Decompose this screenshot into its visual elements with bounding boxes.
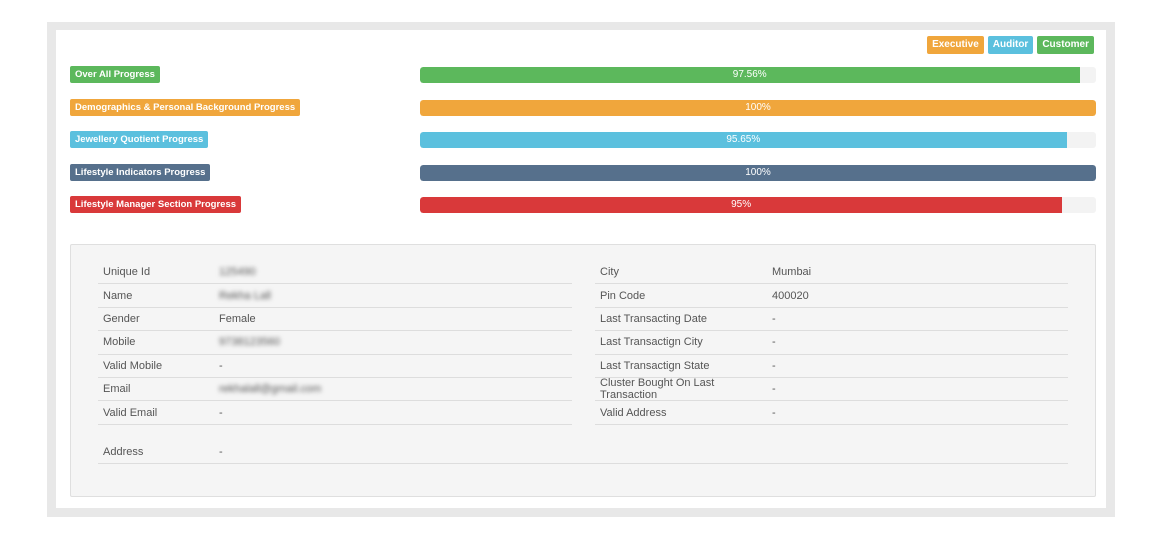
progress-track: 100% <box>420 99 1096 116</box>
detail-value: Female <box>219 312 256 325</box>
detail-row-valid-address: Valid Address - <box>595 401 1068 425</box>
progress-value: 100% <box>745 166 771 178</box>
role-badge-executive[interactable]: Executive <box>927 36 984 54</box>
detail-row-valid-mobile: Valid Mobile - <box>98 355 572 378</box>
progress-label: Lifestyle Manager Section Progress <box>70 196 242 213</box>
progress-fill: 95% <box>420 197 1063 213</box>
detail-row-email: Email rekhalall@gmail.com <box>98 378 572 402</box>
detail-key: Last Transactign City <box>600 336 703 349</box>
role-badge-auditor[interactable]: Auditor <box>987 36 1034 54</box>
detail-key: Valid Address <box>600 406 667 419</box>
progress-value: 95.65% <box>726 134 761 145</box>
role-badge-customer[interactable]: Customer <box>1037 36 1094 54</box>
detail-row-valid-email: Valid Email - <box>98 401 572 425</box>
progress-row-jewellery: Jewellery Quotient Progress 95.65% <box>70 131 1096 164</box>
role-badges: Executive Auditor Customer <box>927 36 1094 54</box>
detail-value: - <box>772 406 776 419</box>
detail-key: Mobile <box>103 336 136 349</box>
progress-row-lifestyle-manager: Lifestyle Manager Section Progress 95% <box>70 196 1096 229</box>
details-right-column: City Mumbai Pin Code 400020 Last Transac… <box>595 261 1068 425</box>
progress-label: Lifestyle Indicators Progress <box>70 163 211 181</box>
customer-details: Unique Id 125490 Name Rekha Lall Gender … <box>70 244 1096 497</box>
page-frame: Executive Auditor Customer Over All Prog… <box>47 22 1115 517</box>
progress-row-overall: Over All Progress 97.56% <box>70 66 1096 99</box>
detail-key: Name <box>103 289 133 302</box>
detail-value: - <box>219 359 223 372</box>
progress-value: 100% <box>745 101 771 113</box>
detail-key: Valid Mobile <box>103 359 163 372</box>
detail-row-address: Address - <box>98 441 1068 465</box>
progress-row-lifestyle-indicators: Lifestyle Indicators Progress 100% <box>70 163 1096 197</box>
detail-row-gender: Gender Female <box>98 308 572 332</box>
detail-key: Last Transactign State <box>600 359 710 372</box>
detail-value: 400020 <box>772 289 809 302</box>
detail-row-city: City Mumbai <box>595 261 1068 285</box>
detail-key: Pin Code <box>600 289 646 302</box>
detail-key: Email <box>103 383 131 396</box>
detail-value: rekhalall@gmail.com <box>219 383 322 396</box>
detail-value: - <box>219 446 223 459</box>
detail-row-last-transaction-city: Last Transactign City - <box>595 331 1068 355</box>
detail-value: - <box>772 312 776 325</box>
detail-key: Unique Id <box>103 266 151 279</box>
progress-value: 95% <box>731 199 752 210</box>
detail-key: Cluster Bought On Last Transaction <box>600 377 715 402</box>
progress-fill: 95.65% <box>420 132 1067 148</box>
detail-value: - <box>772 383 776 396</box>
detail-value: 125490 <box>219 266 256 279</box>
progress-track: 97.56% <box>420 67 1096 83</box>
detail-row-unique-id: Unique Id 125490 <box>98 261 572 285</box>
progress-fill: 97.56% <box>420 67 1080 83</box>
detail-row-name: Name Rekha Lall <box>98 284 572 308</box>
detail-key: Gender <box>103 312 140 325</box>
progress-row-demographics: Demographics & Personal Background Progr… <box>70 98 1096 132</box>
detail-value: 9738123560 <box>219 336 281 349</box>
detail-row-mobile: Mobile 9738123560 <box>98 331 572 355</box>
progress-track: 95.65% <box>420 132 1096 148</box>
progress-value: 97.56% <box>732 69 767 80</box>
detail-key: City <box>600 266 619 279</box>
detail-value: Mumbai <box>772 266 812 279</box>
progress-label: Over All Progress <box>70 66 160 83</box>
detail-row-cluster-bought: Cluster Bought On Last Transaction - <box>595 377 1068 402</box>
detail-value: - <box>219 406 223 419</box>
progress-fill: 100% <box>420 99 1096 116</box>
progress-label: Jewellery Quotient Progress <box>70 131 209 148</box>
detail-key: Valid Email <box>103 406 158 419</box>
details-left-column: Unique Id 125490 Name Rekha Lall Gender … <box>98 261 572 425</box>
progress-track: 95% <box>420 197 1096 213</box>
progress-fill: 100% <box>420 164 1096 181</box>
progress-track: 100% <box>420 164 1096 181</box>
customer-panel: Executive Auditor Customer Over All Prog… <box>56 30 1106 508</box>
detail-value: - <box>772 336 776 349</box>
detail-value: - <box>772 359 776 372</box>
progress-list: Over All Progress 97.56% Demographics & … <box>70 66 1096 229</box>
detail-row-last-transacting-date: Last Transacting Date - <box>595 308 1068 332</box>
detail-value: Rekha Lall <box>219 289 271 302</box>
detail-row-pin-code: Pin Code 400020 <box>595 284 1068 308</box>
detail-key: Last Transacting Date <box>600 312 708 325</box>
progress-label: Demographics & Personal Background Progr… <box>70 98 301 116</box>
detail-key: Address <box>103 446 144 459</box>
detail-row-last-transaction-state: Last Transactign State - <box>595 355 1068 378</box>
